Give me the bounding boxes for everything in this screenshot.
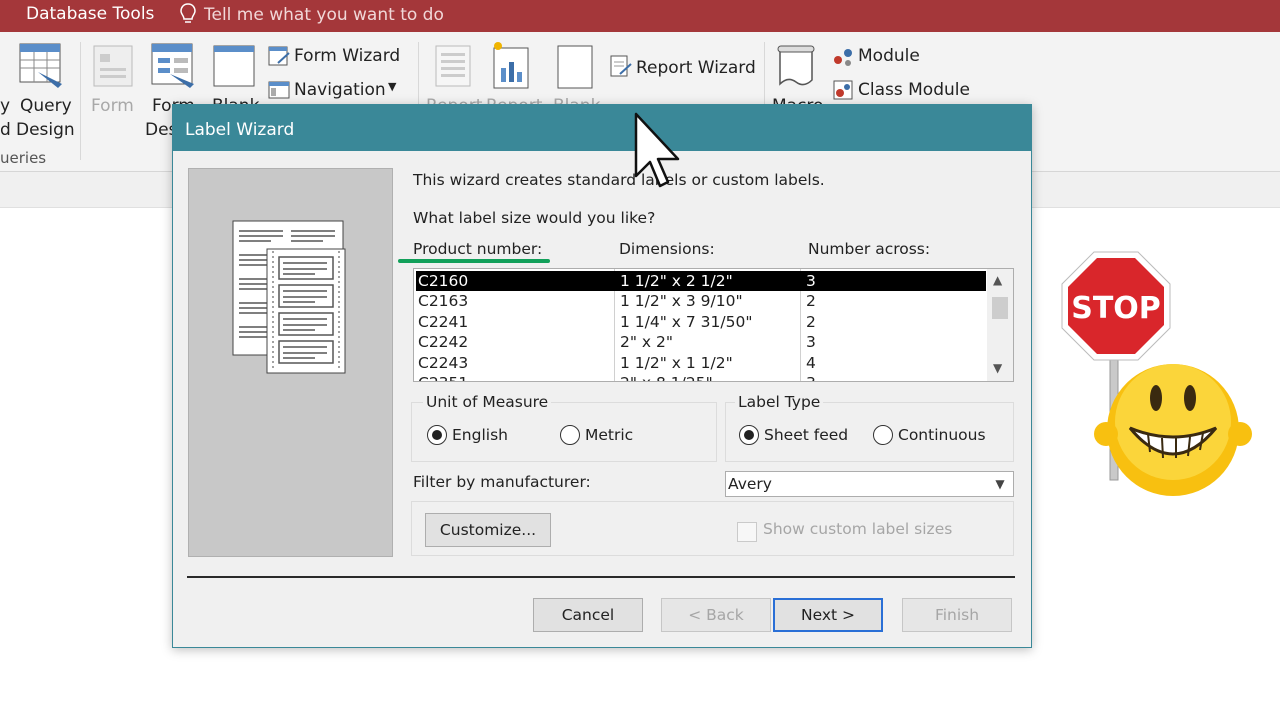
back-button[interactable]: < Back	[661, 598, 771, 632]
intro-text: This wizard creates standard labels or c…	[413, 171, 825, 189]
module-button[interactable]: Module	[858, 46, 920, 66]
report-wizard-button[interactable]: Report Wizard	[636, 58, 756, 78]
metric-radio[interactable]	[560, 425, 580, 445]
stop-sign-smiley-graphic: STOP	[1061, 251, 1252, 496]
finish-button[interactable]: Finish	[902, 598, 1012, 632]
unit-of-measure-label: Unit of Measure	[423, 393, 552, 411]
navigation-button[interactable]: Navigation	[294, 80, 386, 100]
column-header-across: Number across:	[808, 240, 931, 258]
list-item[interactable]: C23512" x 8 1/25"3	[416, 373, 986, 381]
report-design-icon[interactable]	[490, 40, 532, 90]
column-header-dimensions: Dimensions:	[619, 240, 715, 258]
continuous-radio-label[interactable]: Continuous	[898, 426, 986, 444]
question-text: What label size would you like?	[413, 209, 656, 227]
english-radio-label[interactable]: English	[452, 426, 508, 444]
english-radio[interactable]	[427, 425, 447, 445]
list-scrollbar[interactable]: ▲ ▼	[987, 269, 1013, 381]
report-icon	[435, 45, 471, 87]
next-button[interactable]: Next >	[773, 598, 883, 632]
continuous-radio[interactable]	[873, 425, 893, 445]
list-item[interactable]: C2243 1 1/2" x 1 1/2" 4	[416, 353, 986, 373]
class-module-icon	[833, 80, 853, 100]
stop-sign-text: STOP	[1071, 291, 1161, 326]
annotation-underline	[398, 259, 550, 263]
form-wizard-button[interactable]: Form Wizard	[294, 46, 400, 66]
dialog-title-bar[interactable]: Label Wizard	[173, 105, 1031, 151]
navigation-icon	[268, 81, 290, 99]
form-wizard-icon	[268, 46, 290, 66]
group-label-queries: ueries	[0, 149, 47, 167]
sheet-feed-radio-label[interactable]: Sheet feed	[764, 426, 848, 444]
lightbulb-icon	[180, 3, 196, 23]
column-header-product: Product number:	[413, 240, 543, 258]
blank-report-icon[interactable]	[556, 44, 594, 90]
title-bar: Database Tools Tell me what you want to …	[0, 0, 1280, 32]
class-module-button[interactable]: Class Module	[858, 80, 970, 100]
scrollbar-thumb[interactable]	[992, 297, 1008, 319]
module-icon	[834, 49, 852, 66]
list-item[interactable]: C2241 1 1/4" x 7 31/50" 2	[416, 312, 986, 332]
mouse-cursor-icon	[634, 112, 680, 188]
report-wizard-icon	[610, 55, 632, 77]
ribbon-partial-text: d	[0, 120, 11, 140]
list-item[interactable]: C2163 1 1/2" x 3 9/10" 2	[416, 291, 986, 311]
query-design-label[interactable]: Query	[20, 96, 72, 116]
dialog-divider	[187, 576, 1015, 578]
sheet-feed-radio[interactable]	[739, 425, 759, 445]
query-design-label[interactable]: Design	[16, 120, 75, 140]
label-size-list[interactable]: C2160 1 1/2" x 2 1/2" 3 C2163 1 1/2" x 3 9/…	[413, 268, 1014, 382]
dialog-title: Label Wizard	[185, 120, 295, 140]
wizard-illustration-panel	[188, 168, 393, 557]
manufacturer-value: Avery	[728, 475, 772, 493]
cancel-button[interactable]: Cancel	[533, 598, 643, 632]
form-icon	[93, 45, 133, 87]
form-design-icon[interactable]	[150, 42, 196, 90]
chevron-down-icon: ▼	[388, 80, 397, 93]
query-design-icon[interactable]	[18, 42, 64, 90]
chevron-down-icon[interactable]: ▼	[987, 472, 1013, 496]
ribbon-partial-text: y	[0, 96, 11, 116]
blank-form-icon[interactable]	[212, 44, 256, 90]
tell-me-search[interactable]: Tell me what you want to do	[204, 5, 444, 25]
list-item[interactable]: C2160 1 1/2" x 2 1/2" 3	[416, 271, 986, 291]
list-item[interactable]: C2242 2" x 2" 3	[416, 332, 986, 352]
label-wizard-dialog: Label Wizard This wizard creates standar…	[172, 104, 1032, 648]
chevron-up-icon[interactable]: ▲	[993, 273, 1002, 287]
ribbon-separator	[80, 42, 81, 160]
show-custom-sizes-checkbox[interactable]	[737, 522, 757, 542]
manufacturer-select[interactable]: Avery ▼	[725, 471, 1014, 497]
label-sheet-icon	[232, 220, 346, 374]
tab-database-tools[interactable]: Database Tools	[26, 4, 154, 24]
chevron-down-icon[interactable]: ▼	[993, 361, 1002, 375]
label-type-label: Label Type	[735, 393, 824, 411]
show-custom-sizes-label: Show custom label sizes	[763, 520, 953, 538]
customize-button[interactable]: Customize...	[425, 513, 551, 547]
filter-manufacturer-label: Filter by manufacturer:	[413, 473, 591, 491]
metric-radio-label[interactable]: Metric	[585, 426, 633, 444]
form-button[interactable]: Form	[91, 96, 134, 116]
macro-icon[interactable]	[774, 44, 818, 90]
